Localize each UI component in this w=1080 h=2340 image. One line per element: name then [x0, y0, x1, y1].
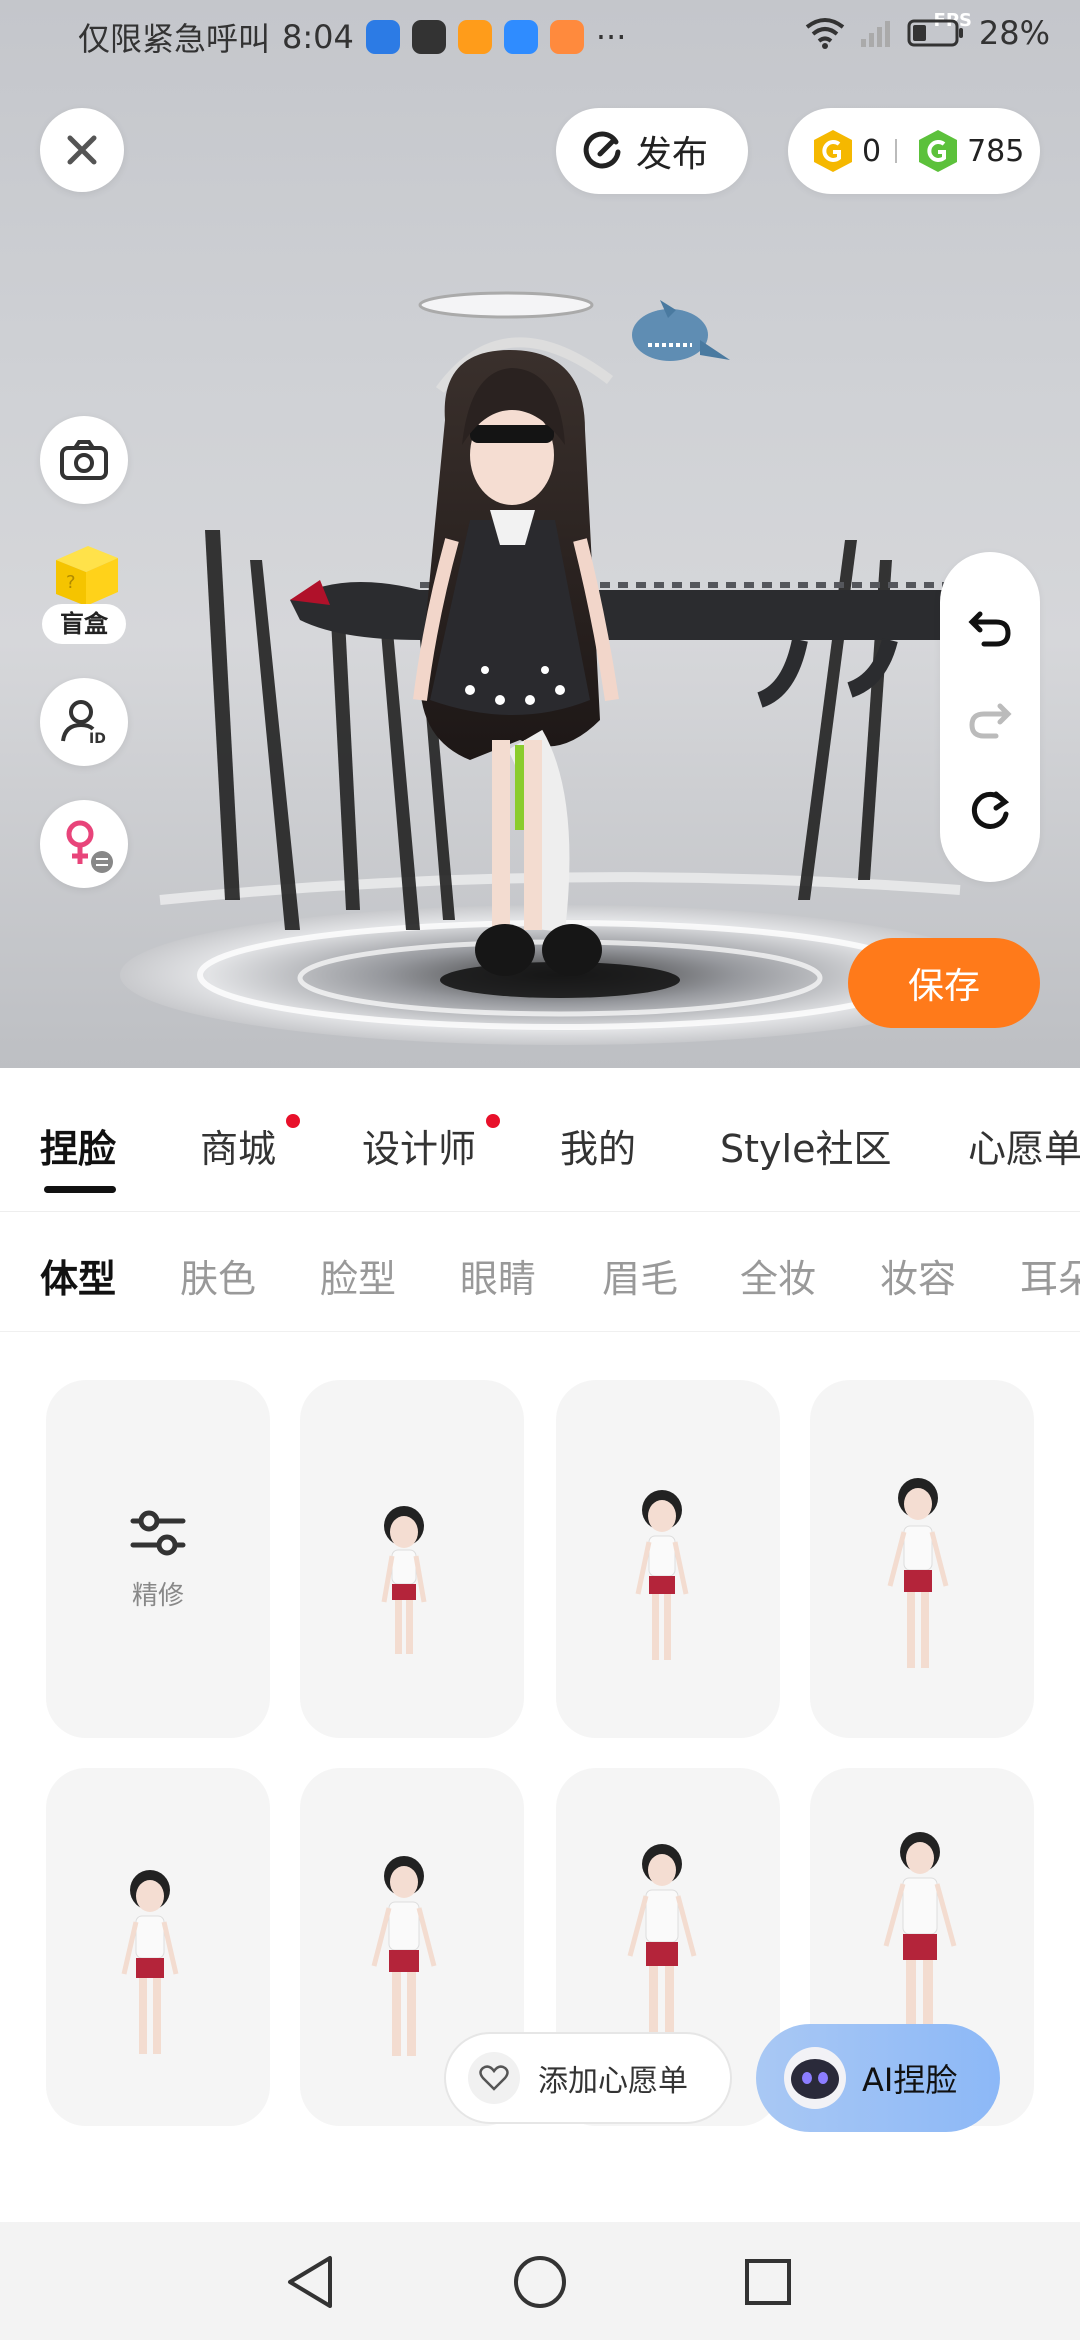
ai-face-button[interactable]: AI捏脸: [756, 2024, 1000, 2132]
avatar-id-button[interactable]: ID: [40, 678, 128, 766]
more-notifications-icon: ···: [595, 18, 627, 56]
body-preset-card[interactable]: [810, 1380, 1034, 1738]
calendar-app-icon: [411, 20, 446, 54]
body-preset-card[interactable]: [46, 1768, 270, 2126]
close-icon: [67, 135, 97, 165]
main-tab-bar: 捏脸 商城 设计师 我的 Style社区 心愿单: [0, 1068, 1080, 1212]
publish-icon: [583, 131, 621, 169]
publish-button[interactable]: 发布: [556, 108, 748, 194]
currency-panel[interactable]: 0 785: [788, 108, 1040, 194]
green-coin-value: 785: [967, 133, 1025, 169]
tab-designer[interactable]: 设计师: [362, 1118, 476, 1173]
coin-divider: [895, 139, 898, 163]
cloud-app-icon: [503, 20, 538, 54]
subtab-eyes[interactable]: 眼睛: [460, 1248, 536, 1303]
redo-button[interactable]: [962, 690, 1018, 746]
svg-text:?: ?: [66, 572, 76, 593]
avatar-thumbnail: [121, 1870, 179, 2054]
green-coin-icon: [919, 130, 958, 172]
sub-tab-bar: 体型 肤色 脸型 眼睛 眉毛 全妆 妆容 耳朵: [0, 1212, 1080, 1332]
gold-coin-value: 0: [862, 133, 882, 169]
subtab-ears[interactable]: 耳朵: [1020, 1248, 1080, 1303]
blindbox-button[interactable]: ? 盲盒: [38, 540, 130, 644]
add-wishlist-button[interactable]: 添加心愿单: [444, 2032, 732, 2124]
subtab-eyebrows[interactable]: 眉毛: [602, 1248, 678, 1303]
gold-coin-icon: [814, 130, 852, 172]
designer-notification-dot: [486, 1114, 500, 1128]
tab-face-edit[interactable]: 捏脸: [40, 1118, 116, 1173]
status-bar: 仅限紧急呼叫 8:04 ··· FPS 28%: [0, 0, 1080, 76]
blindbox-icon: ?: [56, 546, 118, 606]
reset-icon: [971, 791, 1010, 829]
video-app-icon: [549, 20, 584, 54]
undo-button[interactable]: [962, 598, 1018, 654]
svg-text:ID: ID: [89, 731, 106, 747]
subtab-skin-color[interactable]: 肤色: [180, 1248, 256, 1303]
subtab-makeup[interactable]: 妆容: [880, 1248, 956, 1303]
recents-square-icon: [745, 2259, 791, 2305]
save-button[interactable]: 保存: [848, 938, 1040, 1028]
redo-icon: [969, 703, 1012, 739]
gender-switch-button[interactable]: [40, 800, 128, 888]
weather-app-icon: [457, 20, 492, 54]
home-circle-icon: [514, 2256, 566, 2308]
blindbox-label: 盲盒: [42, 604, 126, 644]
subtab-full-makeup[interactable]: 全妆: [740, 1248, 816, 1303]
tab-mall[interactable]: 商城: [200, 1118, 276, 1173]
wifi-icon: [805, 18, 845, 49]
halo-accessory: [418, 291, 594, 319]
publish-label: 发布: [636, 134, 709, 175]
history-panel: [940, 552, 1040, 882]
camera-button[interactable]: [40, 416, 128, 504]
tab-mine[interactable]: 我的: [560, 1118, 636, 1173]
undo-icon: [968, 611, 1011, 647]
body-preset-card[interactable]: [300, 1380, 524, 1738]
mall-notification-dot: [286, 1114, 300, 1128]
avatar-thumbnail: [635, 1490, 689, 1660]
ai-robot-icon: [784, 2047, 846, 2109]
close-button[interactable]: [40, 108, 124, 192]
carrier-text: 仅限紧急呼叫: [78, 20, 271, 58]
clock: 8:04: [282, 18, 354, 56]
sliders-icon: [130, 1510, 186, 1555]
reset-button[interactable]: [962, 782, 1018, 838]
subtab-face-shape[interactable]: 脸型: [320, 1248, 396, 1303]
nav-home-button[interactable]: [510, 2252, 570, 2312]
refine-card[interactable]: 精修: [46, 1380, 270, 1738]
avatar-thumbnail: [381, 1506, 427, 1654]
tab-style-community[interactable]: Style社区: [720, 1118, 891, 1173]
add-wishlist-label: 添加心愿单: [538, 2064, 688, 2099]
tab-wishlist[interactable]: 心愿单: [968, 1118, 1080, 1173]
nav-recents-button[interactable]: [738, 2252, 798, 2312]
female-swap-icon: [66, 820, 113, 873]
heart-icon: [468, 2052, 520, 2104]
shark-accessory: [632, 300, 730, 361]
system-nav-bar: [0, 2222, 1080, 2340]
camera-icon: [60, 440, 108, 480]
active-tab-indicator: [44, 1186, 116, 1193]
nav-back-button[interactable]: [280, 2252, 340, 2312]
body-preset-card[interactable]: [556, 1380, 780, 1738]
back-triangle-icon: [288, 2256, 332, 2308]
user-id-icon: ID: [61, 700, 106, 747]
subtab-body-type[interactable]: 体型: [40, 1248, 116, 1303]
signal-icon: [860, 21, 890, 47]
battery-icon: [907, 19, 963, 47]
ai-face-label: AI捏脸: [862, 2061, 958, 2099]
avatar-thumbnail: [887, 1478, 949, 1668]
refine-label: 精修: [131, 1580, 184, 1611]
battery-percent: 28%: [978, 14, 1050, 52]
browser-app-icon: [365, 20, 400, 54]
